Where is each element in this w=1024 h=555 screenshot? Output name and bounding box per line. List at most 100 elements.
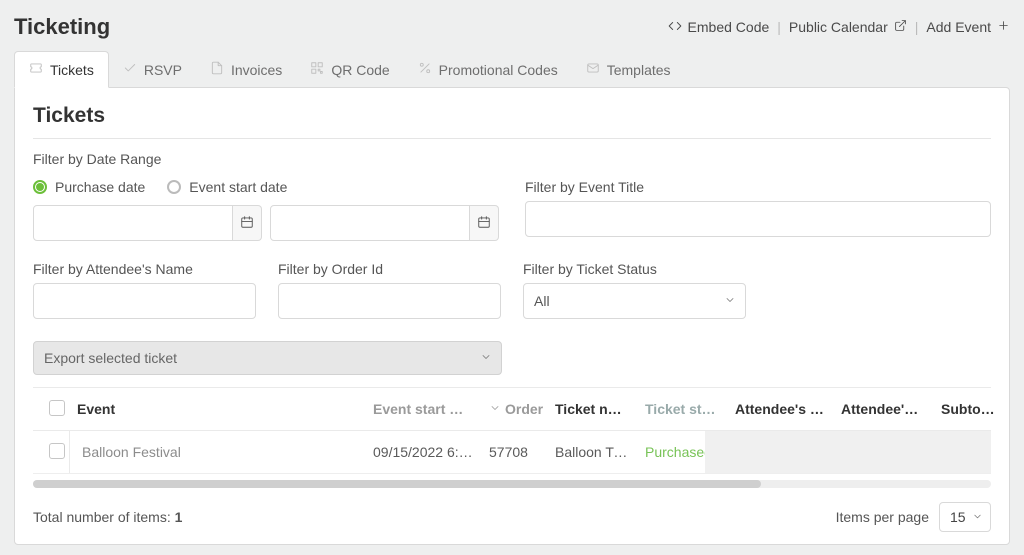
items-per-page: Items per page 15: [836, 502, 991, 532]
header-actions: Embed Code | Public Calendar | Add Event: [668, 19, 1010, 36]
page-header: Ticketing Embed Code | Public Calendar |…: [14, 14, 1010, 40]
items-per-page-select[interactable]: 15: [939, 502, 991, 532]
export-wrap: Export selected ticket: [33, 341, 502, 375]
ticket-status-filter: Filter by Ticket Status All: [523, 261, 746, 319]
td-ticket-name: Balloon Ticket: [547, 444, 637, 460]
export-select-wrap: Export selected ticket: [33, 341, 502, 375]
date-from-picker[interactable]: [233, 205, 262, 241]
public-calendar-label: Public Calendar: [789, 19, 888, 35]
th-order-id-label: Order id: [505, 401, 547, 417]
event-title-filter: Filter by Event Title: [525, 151, 991, 237]
ticket-status-select-wrap: All: [523, 283, 746, 319]
order-id-label: Filter by Order Id: [278, 261, 501, 277]
page-root: Ticketing Embed Code | Public Calendar |…: [0, 0, 1024, 555]
radio-dot-active: [33, 180, 47, 194]
attendee-name-filter: Filter by Attendee's Name: [33, 261, 256, 319]
filter-row-2: Filter by Attendee's Name Filter by Orde…: [33, 261, 991, 319]
th-ticket-status[interactable]: Ticket status: [637, 401, 727, 417]
th-attendee-email[interactable]: Attendee's email: [833, 401, 933, 417]
td-event-start: 09/15/2022 6:00pm: [365, 444, 481, 460]
tab-templates[interactable]: Templates: [572, 51, 685, 88]
tab-qr-code[interactable]: QR Code: [296, 51, 403, 88]
add-event-label: Add Event: [926, 19, 991, 35]
date-to-picker[interactable]: [470, 205, 499, 241]
tabs: Tickets RSVP Invoices QR Code Promotiona…: [14, 50, 1010, 87]
th-event[interactable]: Event: [69, 401, 365, 417]
filter-row-1: Filter by Date Range Purchase date Event…: [33, 151, 991, 241]
chevron-down-icon: [489, 401, 501, 417]
th-event-start[interactable]: Event start date: [365, 401, 481, 417]
embed-code-label: Embed Code: [688, 19, 770, 35]
separator: |: [913, 19, 921, 35]
date-from-wrap: [33, 205, 262, 241]
tab-tickets[interactable]: Tickets: [14, 51, 109, 88]
date-to-input[interactable]: [270, 205, 470, 241]
ticket-table: Event Event start date Order id Ticket n…: [33, 387, 991, 474]
radio-label: Purchase date: [55, 179, 145, 195]
date-from-input[interactable]: [33, 205, 233, 241]
attendee-name-input[interactable]: [33, 283, 256, 319]
embed-code-link[interactable]: Embed Code: [668, 19, 770, 36]
external-link-icon: [894, 19, 907, 35]
radio-event-start-date[interactable]: Event start date: [167, 179, 287, 195]
plus-icon: [997, 19, 1010, 35]
date-range-label: Filter by Date Range: [33, 151, 499, 167]
total-items: Total number of items: 1: [33, 509, 182, 525]
tab-label: Promotional Codes: [439, 62, 558, 78]
tab-promotional-codes[interactable]: Promotional Codes: [404, 51, 572, 88]
page-title: Ticketing: [14, 14, 110, 40]
event-title-label: Filter by Event Title: [525, 179, 991, 195]
table-header: Event Event start date Order id Ticket n…: [33, 387, 991, 431]
radio-dot-inactive: [167, 180, 181, 194]
th-checkbox: [33, 400, 69, 419]
public-calendar-link[interactable]: Public Calendar: [789, 19, 907, 35]
table-footer: Total number of items: 1 Items per page …: [33, 502, 991, 532]
th-attendee-name[interactable]: Attendee's name: [727, 401, 833, 417]
calendar-icon: [240, 215, 254, 232]
mail-icon: [586, 61, 600, 78]
date-range-filter: Filter by Date Range Purchase date Event…: [33, 151, 499, 241]
th-ticket-name[interactable]: Ticket name: [547, 401, 637, 417]
calendar-icon: [477, 215, 491, 232]
row-shade: [705, 431, 991, 473]
order-id-filter: Filter by Order Id: [278, 261, 501, 319]
date-inputs: [33, 205, 499, 241]
items-per-page-label: Items per page: [836, 509, 929, 525]
date-range-radios: Purchase date Event start date: [33, 179, 499, 195]
td-event: Balloon Festival: [69, 431, 365, 473]
ticket-status-select[interactable]: All: [523, 283, 746, 319]
ticket-status-label: Filter by Ticket Status: [523, 261, 746, 277]
td-order-id: 57708: [481, 444, 547, 460]
tab-invoices[interactable]: Invoices: [196, 51, 296, 88]
add-event-button[interactable]: Add Event: [926, 19, 1010, 35]
percent-icon: [418, 61, 432, 78]
tab-panel: Tickets Filter by Date Range Purchase da…: [14, 87, 1010, 545]
export-select[interactable]: Export selected ticket: [33, 341, 502, 375]
date-to-wrap: [270, 205, 499, 241]
th-order-id[interactable]: Order id: [481, 401, 547, 417]
tab-label: Invoices: [231, 62, 282, 78]
items-per-page-select-wrap: 15: [939, 502, 991, 532]
radio-purchase-date[interactable]: Purchase date: [33, 179, 145, 195]
radio-label: Event start date: [189, 179, 287, 195]
tab-label: Templates: [607, 62, 671, 78]
row-checkbox[interactable]: [49, 443, 65, 459]
tab-label: RSVP: [144, 62, 182, 78]
event-title-input[interactable]: [525, 201, 991, 237]
ticket-icon: [29, 61, 43, 78]
spacer-col: [768, 261, 991, 319]
td-checkbox: [33, 443, 69, 462]
horizontal-scrollbar[interactable]: [33, 480, 991, 488]
section-title: Tickets: [33, 104, 991, 139]
tab-label: Tickets: [50, 62, 94, 78]
tab-rsvp[interactable]: RSVP: [109, 51, 196, 88]
total-count: 1: [175, 509, 183, 525]
attendee-name-label: Filter by Attendee's Name: [33, 261, 256, 277]
scrollbar-thumb[interactable]: [33, 480, 761, 488]
order-id-input[interactable]: [278, 283, 501, 319]
select-all-checkbox[interactable]: [49, 400, 65, 416]
file-icon: [210, 61, 224, 78]
th-subtotal[interactable]: Subtotal: [933, 401, 1003, 417]
check-icon: [123, 61, 137, 78]
separator: |: [775, 19, 783, 35]
